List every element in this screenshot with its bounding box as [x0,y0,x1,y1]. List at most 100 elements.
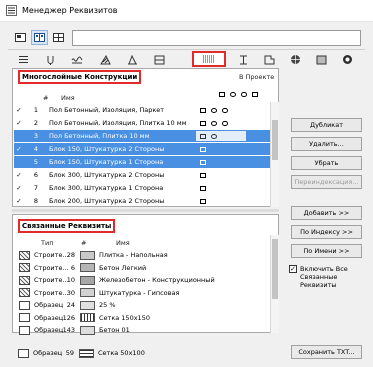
list-item[interactable]: ✓ 4 Блок 150, Штукатурка 2 Стороны [14,143,276,155]
list-item[interactable]: Образец 24 25 % [14,299,264,312]
tab-markup[interactable] [310,52,332,67]
in-use-check: ✓ [16,171,22,179]
include-linked-label: Включить Все Связанные Реквизиты [300,265,348,289]
composites-section-label: Многослойные Конструкции [18,70,142,84]
row-num: 5 [33,158,38,166]
view-grid-button[interactable] [50,30,67,45]
material-type-icon [19,250,30,260]
fill-swatch [80,325,95,335]
add-button[interactable]: Добавить >> [291,206,362,220]
in-use-check: ✓ [16,145,22,153]
duplicate-button[interactable]: Дубликат [291,118,362,132]
linked-attributes-panel: Связанные Реквизиты Тип # Имя Строите...… [12,214,279,335]
row-num: 7 [33,184,38,192]
list-item[interactable]: ✓ 7 Блок 300, Штукатурка 1 Сторона [14,182,276,194]
row-num: 1 [33,106,38,114]
col-name-header: Имя [61,94,75,102]
reindex-button[interactable]: Переиндексация... [291,175,362,189]
scrollbar-thumb[interactable] [272,120,278,160]
shell-column-icon [252,92,258,97]
scope-label: В Проекте [239,73,275,81]
linetype-icon [71,56,83,64]
list-item[interactable]: 5 Блок 150, Штукатурка 1 Сторона [14,156,276,168]
material-type-icon [19,275,30,285]
list-item[interactable]: 3 Пол Бетонный, Плитка 10 мм [14,130,276,142]
row-name: Пол Бетонный, Плитка 10 мм [49,132,150,140]
fill-swatch [79,348,94,358]
column-icons-header [219,92,273,100]
material-swatch [80,288,95,298]
tab-mep[interactable] [284,52,306,67]
tab-building-materials[interactable] [121,52,143,67]
tab-renovation[interactable] [336,52,358,67]
material-swatch [80,250,95,260]
row-name: Блок 150, Штукатурка 1 Сторона [49,158,164,166]
lines-icon [18,56,28,63]
col-type-header: Тип [41,239,54,247]
by-name-button[interactable]: По Имени >> [291,244,362,258]
row-num: 2 [33,119,38,127]
material-swatch [80,275,95,285]
roof-column-icon [241,92,247,97]
row-num: 6 [33,171,38,179]
wall-column-icon [219,92,225,97]
list-item[interactable]: Строите... 10 Железобетон - Конструкцион… [14,274,264,287]
row-name: Блок 300, Штукатурка 1 Сторона [49,184,164,192]
composites-list-panel: Многослойные Конструкции В Проекте # Имя… [12,68,279,207]
view-split-button[interactable] [31,30,48,45]
delete-button[interactable]: Удалить... [291,137,362,151]
in-use-check: ✓ [16,106,22,114]
fill-icon [99,54,111,64]
row-name: Блок 150, Штукатурка 2 Стороны [49,145,165,153]
list-item[interactable]: ✓ 6 Блок 300, Штукатурка 2 Стороны [14,169,276,181]
view-list-button[interactable] [12,30,29,45]
scrollbar-thumb[interactable] [272,239,278,299]
list-item[interactable]: ✓ 1 Пол Бетонный, Изоляция, Паркет [14,104,276,116]
view-list-icon [15,33,26,42]
col-name-header: Имя [116,239,130,247]
surface-icon [154,55,164,64]
tab-layers[interactable] [12,52,34,67]
tab-linetypes[interactable] [66,52,88,67]
slab-column-icon [230,92,236,97]
row-num: 3 [33,132,38,140]
linked-list-scrollbar[interactable] [270,235,279,333]
list-item[interactable]: Строите... 28 Плитка - Напольная [14,249,264,262]
fill-type-icon [19,313,30,323]
list-item[interactable]: Образец 143 Бетон 01 [14,324,264,337]
row-name: Блок 200, Штукатурка 2 Стороны [49,197,165,205]
composite-icon [203,55,215,63]
in-use-check: ✓ [16,197,22,205]
view-split-icon [34,33,45,42]
save-txt-button[interactable]: Сохранить TXT... [291,345,362,359]
list-item[interactable]: ✓ 2 Пол Бетонный, Изоляция, Плитка 10 мм [14,117,276,129]
list-item[interactable]: Образец 59 Сетка 50x100 [13,347,263,360]
list-scrollbar[interactable] [270,102,279,207]
search-input[interactable] [72,30,361,46]
include-linked-option[interactable]: ✓ Включить Все Связанные Реквизиты [289,265,367,289]
circle-icon [342,55,352,64]
panel-splitter[interactable] [12,209,279,212]
list-item[interactable]: Образец 126 Сетка 150x150 [14,312,264,325]
tab-profiles[interactable] [232,52,254,67]
include-linked-checkbox[interactable]: ✓ [289,265,297,273]
fill-type-icon [18,348,29,358]
material-type-icon [19,288,30,298]
tab-zones[interactable] [258,52,280,67]
in-use-check: ✓ [16,119,22,127]
material-icon [127,54,137,64]
tab-fills[interactable] [94,52,116,67]
list-item[interactable]: Строите... 6 Бетон Легкий [14,262,264,275]
row-name: Пол Бетонный, Изоляция, Плитка 10 мм [49,119,187,127]
list-item[interactable]: Строите... 30 Штукатурка - Гипсовая [14,287,264,300]
tab-surfaces[interactable] [148,52,170,67]
tab-pens[interactable] [39,52,61,67]
list-item[interactable]: ✓ 8 Блок 200, Штукатурка 2 Стороны [14,195,276,207]
remove-button[interactable]: Убрать [291,156,362,170]
in-use-check: ✓ [16,184,22,192]
tab-composites[interactable] [192,51,226,67]
linked-section-label: Связанные Реквизиты [18,219,116,233]
pen-icon [47,55,53,65]
by-index-button[interactable]: По Индексу >> [291,225,362,239]
view-grid-icon [53,33,64,42]
